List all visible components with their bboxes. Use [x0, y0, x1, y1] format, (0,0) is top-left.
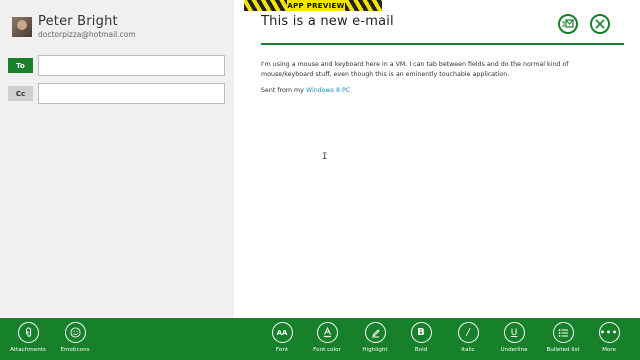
signature: Sent from my Windows 8 PC: [261, 87, 350, 94]
font-label: Font: [275, 347, 289, 353]
more-button[interactable]: ••• More: [587, 322, 631, 353]
font-color-label: Font color: [313, 347, 341, 353]
emoticons-button[interactable]: Emoticons: [53, 322, 97, 353]
underline-label: Underline: [500, 347, 528, 353]
more-icon: •••: [598, 322, 620, 343]
cc-row: Cc: [8, 83, 225, 104]
highlight-button[interactable]: Highlight: [353, 322, 397, 353]
text-cursor-icon: I: [322, 152, 328, 162]
font-color-icon: [316, 322, 338, 343]
avatar: [12, 17, 32, 37]
bulleted-list-button[interactable]: Bulleted list: [541, 322, 585, 353]
close-icon: [595, 19, 605, 29]
message-body[interactable]: I'm using a mouse and keyboard here in a…: [261, 60, 591, 80]
to-row: To: [8, 55, 225, 76]
italic-button[interactable]: / Italic: [446, 322, 490, 353]
attachments-label: Attachments: [10, 347, 46, 353]
bold-button[interactable]: B Bold: [399, 322, 443, 353]
bold-icon: B: [410, 322, 432, 343]
to-button[interactable]: To: [8, 58, 33, 73]
signature-prefix: Sent from my: [261, 87, 306, 94]
font-button[interactable]: AA Font: [260, 322, 304, 353]
bulleted-list-icon: [552, 322, 574, 343]
underline-button[interactable]: U Underline: [492, 322, 536, 353]
cc-button[interactable]: Cc: [8, 86, 33, 101]
app-preview-label: APP PREVIEW: [287, 0, 345, 11]
smiley-icon: [64, 322, 86, 343]
app-preview-banner: APP PREVIEW: [244, 0, 382, 11]
send-button[interactable]: [558, 14, 578, 34]
italic-icon: /: [457, 322, 479, 343]
account-info: Peter Bright doctorpizza@hotmail.com: [38, 14, 136, 40]
signature-link[interactable]: Windows 8 PC: [306, 87, 350, 94]
left-pane: Peter Bright doctorpizza@hotmail.com To …: [0, 0, 234, 318]
account-header: Peter Bright doctorpizza@hotmail.com: [12, 15, 136, 39]
account-email: doctorpizza@hotmail.com: [38, 30, 136, 39]
font-icon: AA: [271, 322, 293, 343]
close-button[interactable]: [590, 14, 610, 34]
account-name: Peter Bright: [38, 14, 118, 29]
font-color-button[interactable]: Font color: [305, 322, 349, 353]
highlight-label: Highlight: [362, 347, 388, 353]
header-divider: [261, 43, 624, 45]
bold-label: Bold: [414, 347, 428, 353]
emoticons-label: Emoticons: [60, 347, 90, 353]
app-bar: Attachments Emoticons AA Font Font color…: [0, 318, 640, 360]
cc-field[interactable]: [38, 83, 225, 104]
subject-field[interactable]: This is a new e-mail: [261, 14, 394, 29]
send-icon: [562, 19, 574, 28]
more-label: More: [602, 347, 616, 353]
bulleted-list-label: Bulleted list: [546, 347, 580, 353]
italic-label: Italic: [461, 347, 475, 353]
attachments-button[interactable]: Attachments: [6, 322, 50, 353]
paperclip-icon: [17, 322, 39, 343]
underline-icon: U: [503, 322, 525, 343]
highlight-icon: [364, 322, 386, 343]
to-field[interactable]: [38, 55, 225, 76]
